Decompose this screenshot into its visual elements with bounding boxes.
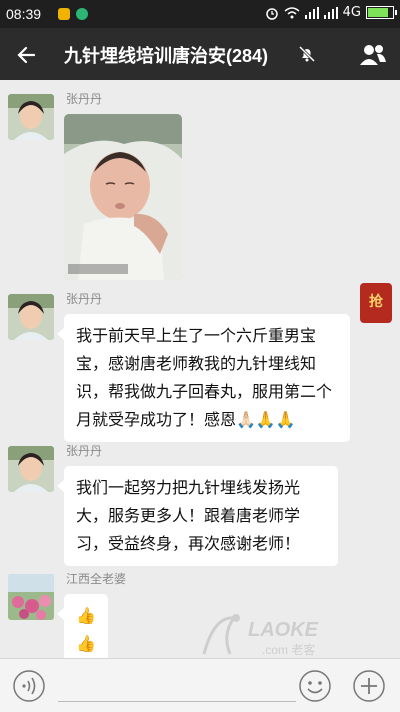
network-type: 4G <box>342 5 361 20</box>
battery-icon <box>366 6 397 19</box>
back-arrow-icon[interactable] <box>12 40 42 70</box>
sender-name: 张丹丹 <box>66 92 103 106</box>
svg-text:.com 老客: .com 老客 <box>262 642 315 657</box>
input-bar <box>0 658 400 712</box>
message-input[interactable] <box>58 701 296 702</box>
message-text: 我于前天早上生了一个六斤重男宝宝，感谢唐老师教我的九针埋线知识，帮我做九子回春丸… <box>76 326 333 429</box>
wifi-icon <box>284 6 300 18</box>
signal-icon <box>304 6 319 19</box>
notification-icon <box>76 8 88 20</box>
message-bubble[interactable]: 👍👍👍 <box>57 594 108 658</box>
avatar[interactable] <box>8 294 54 340</box>
avatar[interactable] <box>8 446 54 492</box>
group-members-icon[interactable] <box>358 40 388 70</box>
red-packet-label: 抢 <box>369 294 383 310</box>
voice-input-icon[interactable] <box>12 669 46 703</box>
watermark-logo: LAOKE .com 老客 <box>202 614 319 657</box>
avatar[interactable] <box>8 574 54 620</box>
red-packet[interactable]: 抢 <box>360 283 392 323</box>
svg-text:LAOKE: LAOKE <box>248 619 319 641</box>
status-time: 08:39 <box>6 6 42 22</box>
message-bubble[interactable]: 我们一起努力把九针埋线发扬光大，服务更多人！跟着唐老师学习，受益终身，再次感谢老… <box>57 466 338 566</box>
chat-title: 九针埋线培训唐治安(284) <box>64 46 269 66</box>
emoji-icon[interactable] <box>298 669 332 703</box>
signal-icon <box>323 6 338 19</box>
sender-name: 张丹丹 <box>66 292 103 306</box>
chat-area[interactable]: 张丹丹 抢 张丹丹 我于前天早上生了一个六斤重男宝宝，感谢唐老师教我的九针埋线知… <box>0 80 400 658</box>
alarm-icon <box>265 7 278 20</box>
avatar[interactable] <box>8 94 54 140</box>
plus-icon[interactable] <box>352 669 386 703</box>
message-bubble[interactable]: 我于前天早上生了一个六斤重男宝宝，感谢唐老师教我的九针埋线知识，帮我做九子回春丸… <box>57 314 350 442</box>
message-text: 我们一起努力把九针埋线发扬光大，服务更多人！跟着唐老师学习，受益终身，再次感谢老… <box>76 478 301 553</box>
baby-photo[interactable] <box>64 114 182 280</box>
chat-header: 九针埋线培训唐治安(284) <box>0 28 400 80</box>
sender-name: 江西全老婆 <box>66 572 127 586</box>
mute-bell-icon <box>298 45 316 63</box>
message-text: 👍👍👍 <box>76 606 96 653</box>
status-bar: 08:39 4G <box>0 0 400 28</box>
sender-name: 张丹丹 <box>66 444 103 458</box>
status-right: 4G <box>265 5 397 20</box>
notification-icon <box>58 8 70 20</box>
